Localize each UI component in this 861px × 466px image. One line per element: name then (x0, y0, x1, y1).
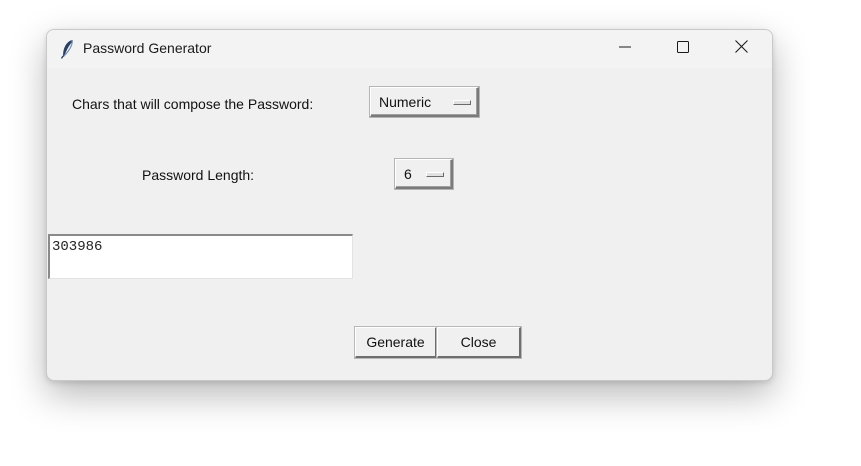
close-icon (734, 40, 748, 58)
chars-selected-value: Numeric (379, 94, 432, 110)
length-label: Password Length: (142, 167, 255, 183)
feather-icon (60, 39, 76, 59)
maximize-icon (677, 40, 689, 58)
chars-option-menu[interactable]: Numeric (370, 87, 479, 117)
close-window-button[interactable] (712, 30, 770, 68)
maximize-button[interactable] (654, 30, 712, 68)
minimize-button[interactable] (596, 30, 654, 68)
password-output-field[interactable]: 303986 (48, 234, 353, 279)
length-selected-value: 6 (404, 166, 412, 182)
length-option-menu[interactable]: 6 (395, 159, 453, 189)
dropdown-indicator-icon (453, 100, 471, 105)
close-button[interactable]: Close (437, 327, 521, 358)
title-bar[interactable]: Password Generator (47, 30, 772, 68)
chars-label: Chars that will compose the Password: (72, 96, 314, 112)
password-generator-window: Password Generator Chars that will compo… (46, 29, 773, 381)
generate-button[interactable]: Generate (355, 327, 437, 358)
window-title: Password Generator (83, 40, 212, 56)
minimize-icon (619, 40, 631, 58)
dropdown-indicator-icon (426, 172, 444, 177)
